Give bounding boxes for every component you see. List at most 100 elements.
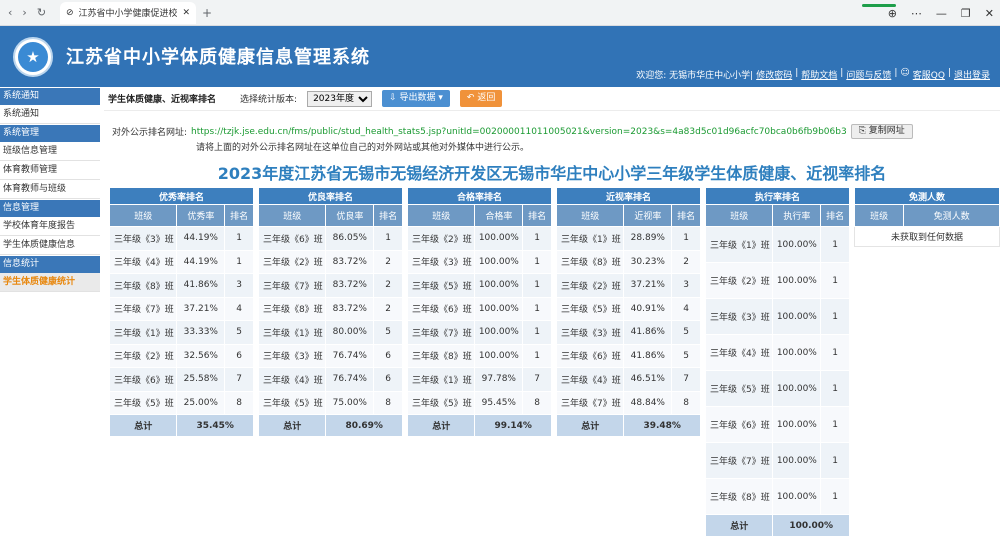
sidebar-item[interactable]: 班级信息管理 (0, 142, 100, 161)
table-cell: 76.74% (325, 367, 375, 392)
export-button[interactable]: ⇩ 导出数据 ▾ (382, 90, 450, 107)
table-cell: 100.00% (772, 226, 822, 263)
logout-link[interactable]: 退出登录 (954, 68, 990, 81)
table-cell: 三年级《8》班 (555, 249, 625, 274)
table-row: 三年级《8》班 83.72% 2 (257, 296, 403, 321)
column-header: 排名 (522, 204, 552, 227)
sidebar-item[interactable]: 学生体质健康信息 (0, 236, 100, 255)
table-cell: 三年级《6》班 (406, 296, 476, 321)
menu-icon[interactable]: ⋯ (911, 7, 922, 20)
back-icon[interactable]: ‹ (8, 6, 12, 19)
table-cell: 三年级《1》班 (257, 320, 327, 345)
table-title: 近视率排名 (556, 187, 701, 205)
copy-url-button[interactable]: ⎘ 复制网址 (850, 124, 913, 139)
close-window-icon[interactable]: ✕ (985, 7, 994, 20)
table-cell: 6 (224, 343, 254, 368)
table-cell: 48.84% (623, 390, 673, 415)
window-controls: ⊕ ⋯ — ❐ ✕ (888, 0, 994, 26)
sidebar-section-title[interactable]: 系统通知 (0, 88, 100, 105)
copy-label: 复制网址 (868, 126, 905, 136)
table-cell: 100.00% (772, 478, 822, 515)
table-cell: 2 (671, 249, 701, 274)
table-cell: 3 (671, 273, 701, 298)
table-cell: 三年级《8》班 (704, 478, 774, 515)
change-password-link[interactable]: 修改密码 (756, 68, 792, 81)
separator: | (894, 68, 898, 78)
column-header: 执行率 (772, 204, 822, 227)
table-header-row: 班级 合格率 排名 (406, 204, 552, 227)
table-cell: 1 (522, 343, 552, 368)
table-caption-row: 执行率排名 (705, 187, 850, 205)
total-value: 35.45% (176, 414, 254, 437)
sidebar-section-title[interactable]: 信息管理 (0, 200, 100, 217)
table-row: 三年级《1》班 33.33% 5 (108, 320, 254, 345)
table-row: 三年级《7》班 48.84% 8 (555, 390, 701, 415)
table-cell: 1 (224, 226, 254, 251)
table-row: 三年级《5》班 95.45% 8 (406, 390, 552, 415)
sidebar-item[interactable]: 体育教师与班级 (0, 180, 100, 199)
column-header: 合格率 (474, 204, 524, 227)
new-tab-icon[interactable]: + (202, 6, 212, 20)
close-tab-icon[interactable]: ✕ (182, 8, 190, 18)
table-cell: 100.00% (772, 406, 822, 443)
table-header-row: 班级 近视率 排名 (555, 204, 701, 227)
help-doc-link[interactable]: 帮助文档 (801, 68, 837, 81)
restore-icon[interactable]: ❐ (961, 7, 971, 20)
table-cell: 3 (224, 273, 254, 298)
sidebar-item[interactable]: 学校体育年度报告 (0, 217, 100, 236)
sidebar-section-title[interactable]: 信息统计 (0, 256, 100, 273)
minimize-icon[interactable]: — (936, 7, 947, 20)
empty-row: 未获取到任何数据 (854, 226, 1000, 247)
globe-icon[interactable]: ⊕ (888, 7, 897, 20)
qq-support-link[interactable]: 客服QQ (913, 68, 945, 81)
table-cell: 三年级《4》班 (257, 367, 327, 392)
total-value: 39.48% (623, 414, 701, 437)
table-cell: 30.23% (623, 249, 673, 274)
table-row: 三年级《3》班 44.19% 1 (108, 226, 254, 251)
table-cell: 三年级《6》班 (555, 343, 625, 368)
table-cell: 1 (820, 262, 850, 299)
table-cell: 三年级《6》班 (108, 367, 178, 392)
sidebar-item[interactable]: 系统通知 (0, 105, 100, 124)
table-cell: 三年级《1》班 (406, 367, 476, 392)
share-url[interactable]: https://tzjk.jse.edu.cn/fms/public/stud_… (191, 127, 847, 137)
table-row: 三年级《8》班 41.86% 3 (108, 273, 254, 298)
table-cell: 三年级《7》班 (555, 390, 625, 415)
back-button[interactable]: ↶ 返回 (459, 90, 503, 107)
table-cell: 1 (224, 249, 254, 274)
browser-nav: ‹ › ↻ (0, 6, 58, 19)
browser-tab[interactable]: ⊘ 江苏省中小学健康促进校管理 ✕ (60, 1, 196, 24)
table-row: 三年级《1》班 97.78% 7 (406, 367, 552, 392)
table-row: 三年级《6》班 41.86% 5 (555, 343, 701, 368)
table-cell: 1 (820, 226, 850, 263)
total-row: 总计 100.00% (704, 514, 850, 537)
ranking-table: 执行率排名 班级 执行率 排名 三年级《1》班 100.00% 1 三年级《2》班 100.00… (704, 187, 850, 537)
table-cell: 41.86% (176, 273, 226, 298)
column-header: 班级 (257, 204, 327, 227)
forward-icon[interactable]: › (22, 6, 26, 19)
back-label: 返回 (477, 93, 496, 103)
version-select[interactable]: 2023年度 (307, 90, 373, 107)
table-cell: 三年级《2》班 (406, 226, 476, 251)
reload-icon[interactable]: ↻ (37, 6, 46, 19)
table-cell: 2 (373, 249, 403, 274)
table-cell: 6 (373, 343, 403, 368)
table-row: 三年级《1》班 28.89% 1 (555, 226, 701, 251)
separator: | (795, 68, 799, 78)
column-header: 班级 (108, 204, 178, 227)
feedback-link[interactable]: 问题与反馈 (846, 68, 891, 81)
table-row: 三年级《1》班 100.00% 1 (704, 226, 850, 263)
main-content: 学生体质健康、近视率排名 选择统计版本: 2023年度 ⇩ 导出数据 ▾ ↶ 返… (104, 87, 1000, 539)
table-cell: 4 (671, 296, 701, 321)
table-cell: 100.00% (474, 343, 524, 368)
sidebar-item[interactable]: 体育教师管理 (0, 161, 100, 180)
sidebar-section-title[interactable]: 系统管理 (0, 125, 100, 142)
share-label: 对外公示排名网址: (112, 128, 188, 138)
total-value: 100.00% (772, 514, 850, 537)
table-cell: 76.74% (325, 343, 375, 368)
runner-icon: ★ (18, 42, 48, 72)
sidebar-item[interactable]: 学生体质健康统计 (0, 273, 100, 292)
app-logo: ★ (13, 37, 53, 77)
table-cell: 1 (820, 442, 850, 479)
table-cell: 三年级《2》班 (555, 273, 625, 298)
